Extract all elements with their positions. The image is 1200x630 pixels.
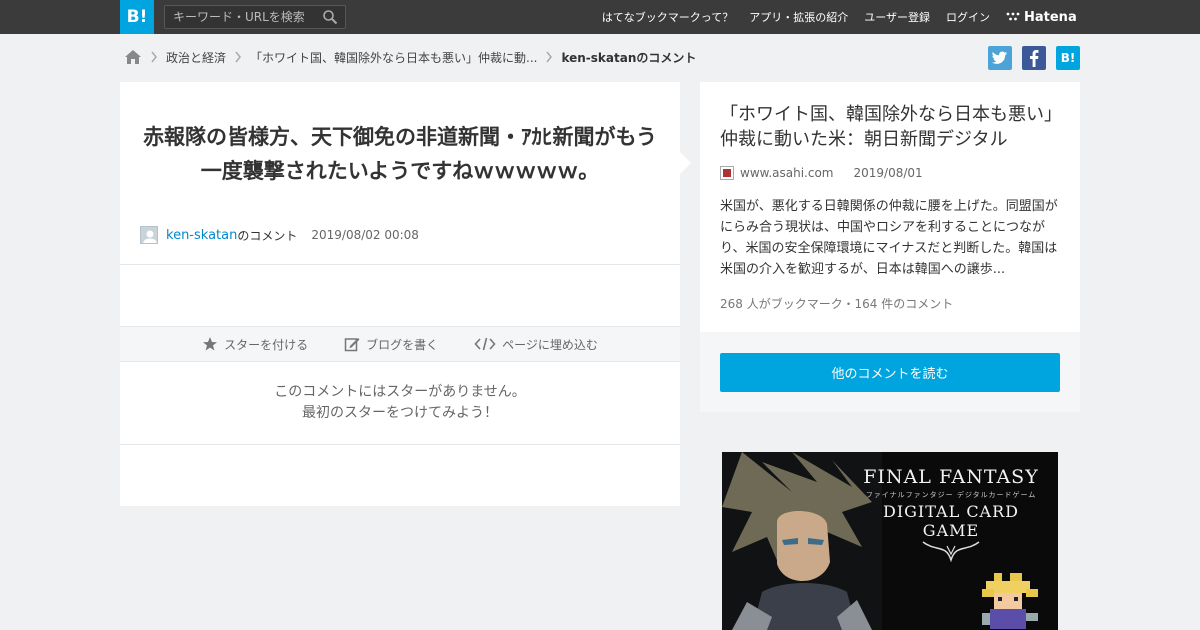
divider: [120, 264, 680, 265]
chevron-right-icon: [151, 51, 157, 63]
share-facebook-button[interactable]: [1022, 46, 1046, 70]
search-input[interactable]: [173, 6, 318, 28]
entry-date: 2019/08/01: [853, 166, 923, 180]
entry-domain[interactable]: www.asahi.com: [740, 166, 834, 180]
breadcrumb-entry[interactable]: 「ホワイト国、韓国除外なら日本も悪い」仲裁に動...: [250, 49, 537, 66]
edit-icon: [344, 338, 360, 352]
hatena-brand-text: Hatena: [1024, 9, 1077, 25]
hatena-bookmark-logo[interactable]: B!: [120, 0, 154, 34]
site-favicon-icon: [720, 166, 734, 180]
ad-banner[interactable]: FINAL FANTASY ファイナルファンタジー デジタルカードゲーム DIG…: [722, 452, 1058, 630]
entry-stats[interactable]: 268 人がブックマーク・164 件のコメント: [720, 295, 953, 312]
read-other-comments-button[interactable]: 他のコメントを読む: [720, 353, 1060, 392]
ad-title-jp: ファイナルファンタジー デジタルカードゲーム: [865, 491, 1037, 499]
no-star-line1: このコメントにはスターがありません。: [274, 384, 526, 400]
card-pointer: [680, 152, 691, 174]
nav-about[interactable]: はてなブックマークって？: [602, 9, 733, 25]
entry-card: 「ホワイト国、韓国除外なら日本も悪い」仲裁に動いた米：朝日新聞デジタル www.…: [700, 82, 1080, 332]
comment-user-suffix: のコメント: [237, 228, 298, 243]
comment-author-row: ken-skatan のコメント 2019/08/02 00:08: [140, 226, 419, 244]
top-navigation-bar: B! はてなブックマークって？ アプリ・拡張の紹介 ユーザー登録 ログイン Ha…: [0, 0, 1200, 34]
add-star-label: スターを付ける: [224, 337, 309, 352]
header-nav: はてなブックマークって？ アプリ・拡張の紹介 ユーザー登録 ログイン: [602, 0, 990, 34]
user-silhouette-icon: [143, 230, 157, 243]
entry-meta: www.asahi.com 2019/08/01: [720, 166, 923, 180]
ornament-icon: [922, 541, 980, 563]
search-box[interactable]: [164, 5, 346, 29]
no-star-line2: 最初のスターをつけてみよう！: [302, 405, 498, 421]
facebook-f-icon: [1030, 50, 1039, 67]
comment-user-link[interactable]: ken-skatan: [166, 228, 237, 243]
entry-summary: 米国が、悪化する日韓関係の仲裁に腰を上げた。同盟国がにらみ合う現状は、中国やロシ…: [720, 199, 1058, 277]
read-comments-area: 他のコメントを読む: [700, 332, 1080, 412]
embed-button[interactable]: ページに埋め込む: [474, 336, 598, 353]
share-hatena-button[interactable]: B!: [1056, 46, 1080, 70]
code-icon: [474, 337, 496, 351]
comment-card: 赤報隊の皆様方、天下御免の非道新聞・ｱｶﾋ新聞がもう一度襲撃されたいようですねｗ…: [120, 82, 680, 506]
write-blog-label: ブログを書く: [366, 337, 439, 352]
star-icon: [203, 337, 218, 351]
comment-timestamp: 2019/08/02 00:08: [311, 228, 419, 242]
ad-title-line1: FINAL FANTASY: [863, 466, 1039, 488]
nav-login[interactable]: ログイン: [946, 9, 990, 25]
comment-action-bar: スターを付ける ブログを書く ページに埋め込む: [120, 326, 680, 362]
add-star-button[interactable]: スターを付ける: [202, 336, 308, 353]
entry-title-link[interactable]: 「ホワイト国、韓国除外なら日本も悪い」仲裁に動いた米：朝日新聞デジタル: [720, 102, 1065, 152]
hatena-brand-link[interactable]: Hatena: [1006, 0, 1077, 34]
breadcrumb-category[interactable]: 政治と経済: [166, 49, 226, 66]
nav-register[interactable]: ユーザー登録: [864, 9, 930, 25]
hatena-mark-icon: [1006, 12, 1020, 21]
breadcrumb-current: ken-skatanのコメント: [561, 50, 697, 65]
divider: [120, 444, 680, 445]
chevron-right-icon: [235, 51, 241, 63]
avatar[interactable]: [140, 226, 158, 244]
ad-game-logo: FINAL FANTASY ファイナルファンタジー デジタルカードゲーム DIG…: [858, 466, 1044, 566]
twitter-bird-icon: [992, 51, 1007, 64]
pixel-sprite-icon: [982, 573, 1038, 629]
nav-apps[interactable]: アプリ・拡張の紹介: [749, 9, 848, 25]
home-icon[interactable]: [124, 49, 142, 65]
search-icon[interactable]: [322, 9, 338, 25]
breadcrumb: 政治と経済 「ホワイト国、韓国除外なら日本も悪い」仲裁に動... ken-ska…: [124, 46, 696, 68]
no-star-message: このコメントにはスターがありません。 最初のスターをつけてみよう！: [120, 382, 680, 424]
chevron-right-icon: [546, 51, 553, 63]
embed-label: ページに埋め込む: [502, 337, 598, 352]
write-blog-button[interactable]: ブログを書く: [344, 336, 438, 353]
share-twitter-button[interactable]: [988, 46, 1012, 70]
comment-text: 赤報隊の皆様方、天下御免の非道新聞・ｱｶﾋ新聞がもう一度襲撃されたいようですねｗ…: [143, 125, 657, 183]
ad-title-line2: DIGITAL CARD GAME: [883, 502, 1019, 540]
